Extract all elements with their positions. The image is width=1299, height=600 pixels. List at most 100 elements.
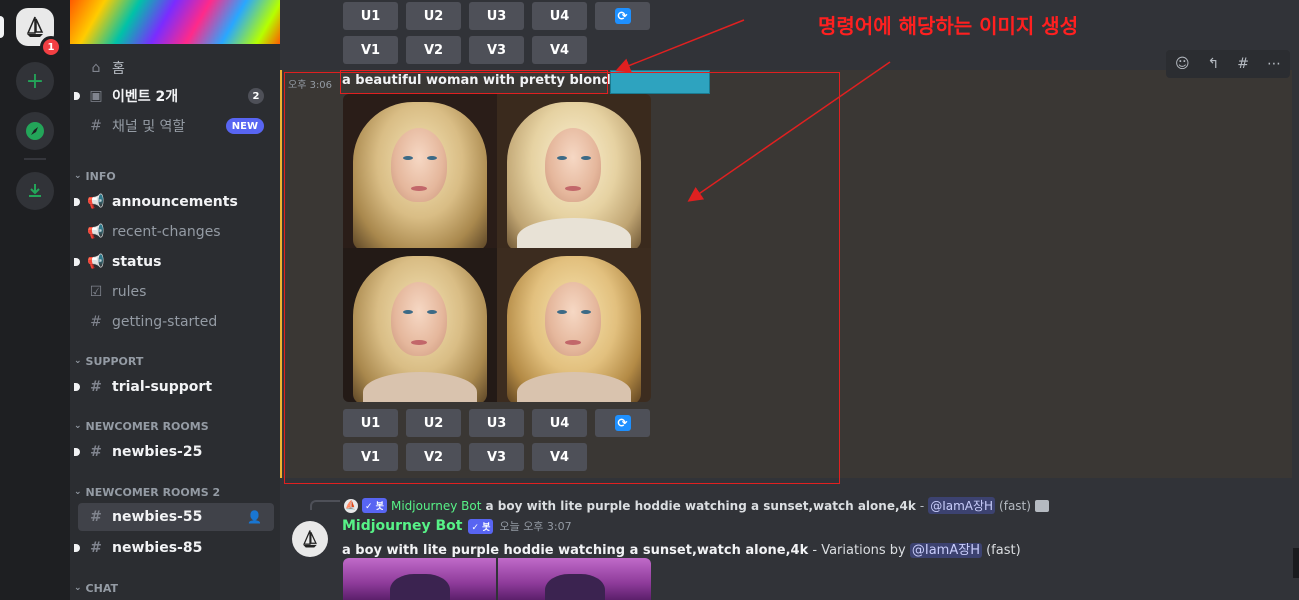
generated-image-grid-2[interactable] bbox=[343, 558, 651, 600]
add-server-icon[interactable]: + bbox=[16, 62, 54, 100]
chevron-down-icon: ⌄ bbox=[74, 487, 82, 497]
bot-avatar-small: ⛵ bbox=[344, 498, 358, 513]
sidebar-item-home[interactable]: ⌂ 홈 bbox=[78, 54, 274, 82]
category-label: INFO bbox=[85, 169, 116, 183]
sidebar-item-channels-roles[interactable]: # 채널 및 역할 NEW bbox=[78, 112, 274, 140]
category-label: NEWCOMER ROOMS bbox=[85, 419, 209, 433]
unread-dot bbox=[74, 448, 80, 456]
u3-button[interactable]: U3 bbox=[469, 2, 524, 30]
speed-label: (fast) bbox=[981, 543, 1021, 558]
chevron-down-icon: ⌄ bbox=[74, 171, 82, 181]
prompt-text: a boy with lite purple hoddie watching a… bbox=[342, 543, 809, 558]
sidebar-item-status[interactable]: 📢 status bbox=[74, 248, 274, 276]
reroll-button[interactable]: ⟳ bbox=[595, 2, 650, 30]
category-chat[interactable]: ⌄ CHAT bbox=[70, 578, 280, 598]
channels-roles-icon: # bbox=[90, 118, 102, 134]
sidebar-item-label: trial-support bbox=[112, 379, 213, 395]
sidebar-item-label: status bbox=[112, 254, 162, 270]
chevron-down-icon: ⌄ bbox=[74, 421, 82, 431]
reply-speed: (fast) bbox=[999, 498, 1031, 513]
sidebar-item-newbies-85[interactable]: # newbies-85 bbox=[74, 534, 274, 562]
reply-prompt: a boy with lite purple hoddie watching a… bbox=[485, 498, 916, 513]
sidebar-item-events[interactable]: ▣ 이벤트 2개 2 bbox=[74, 82, 274, 110]
sidebar-item-label: 홈 bbox=[112, 61, 125, 77]
notification-badge: 1 bbox=[40, 36, 62, 58]
upscale-buttons-top: U1 U2 U3 U4 ⟳ bbox=[343, 2, 650, 30]
sidebar-item-label: announcements bbox=[112, 194, 238, 210]
hashtag-icon: # bbox=[90, 314, 102, 330]
sidebar-item-trial-support[interactable]: # trial-support bbox=[74, 373, 274, 401]
rail-divider bbox=[24, 158, 46, 160]
v2-button[interactable]: V2 bbox=[406, 36, 461, 64]
sidebar-item-label: 채널 및 역할 bbox=[112, 119, 186, 135]
chevron-down-icon: ⌄ bbox=[74, 356, 82, 366]
server-banner bbox=[70, 0, 280, 44]
variation-label: - Variations by bbox=[808, 543, 910, 558]
sidebar-item-label: newbies-55 bbox=[112, 509, 203, 525]
thread-hashtag-icon: # bbox=[90, 509, 102, 525]
sidebar-item-rules[interactable]: ☑ rules bbox=[78, 278, 274, 306]
more-options-icon[interactable]: ⋯ bbox=[1267, 56, 1281, 72]
u4-button[interactable]: U4 bbox=[532, 2, 587, 30]
unread-dot bbox=[74, 198, 80, 206]
unread-dot bbox=[74, 92, 80, 100]
sidebar-item-announcements[interactable]: 📢 announcements bbox=[74, 188, 274, 216]
sidebar-item-recent-changes[interactable]: 📢 recent-changes bbox=[78, 218, 274, 246]
v4-button[interactable]: V4 bbox=[532, 36, 587, 64]
sidebar-item-getting-started[interactable]: # getting-started bbox=[78, 308, 274, 336]
annotation-image-box bbox=[284, 72, 840, 484]
v1-button[interactable]: V1 bbox=[343, 36, 398, 64]
u1-button[interactable]: U1 bbox=[343, 2, 398, 30]
message-hover-toolbar: ☺ ↰ # ⋯ bbox=[1166, 50, 1290, 78]
category-info[interactable]: ⌄ INFO bbox=[70, 166, 280, 186]
create-thread-icon[interactable]: # bbox=[1237, 56, 1249, 72]
invite-user-icon[interactable]: 👤 bbox=[247, 510, 262, 524]
sidebar-item-label: newbies-85 bbox=[112, 540, 203, 556]
hashtag-icon: # bbox=[90, 379, 102, 395]
announcement-icon: 📢 bbox=[87, 224, 105, 240]
sidebar-item-label: newbies-25 bbox=[112, 444, 203, 460]
reply-separator: - bbox=[919, 498, 925, 513]
generated-image-5[interactable] bbox=[343, 558, 496, 600]
sidebar-item-label: getting-started bbox=[112, 314, 218, 330]
sidebar-item-newbies-25[interactable]: # newbies-25 bbox=[74, 438, 274, 466]
explore-servers-icon[interactable] bbox=[16, 112, 54, 150]
author-name[interactable]: Midjourney Bot bbox=[342, 518, 462, 534]
calendar-icon: ▣ bbox=[89, 88, 103, 104]
variation-buttons-top: V1 V2 V3 V4 bbox=[343, 36, 587, 64]
thread-hashtag-icon: # bbox=[90, 444, 102, 460]
category-support[interactable]: ⌄ SUPPORT bbox=[70, 351, 280, 371]
category-newcomer-rooms-2[interactable]: ⌄ NEWCOMER ROOMS 2 bbox=[70, 482, 280, 502]
download-apps-icon[interactable] bbox=[16, 172, 54, 210]
category-label: NEWCOMER ROOMS 2 bbox=[85, 485, 221, 499]
bot-avatar[interactable] bbox=[292, 521, 328, 557]
sidebar-item-label: 이벤트 2개 bbox=[112, 89, 179, 105]
scrollbar-thumb[interactable] bbox=[1293, 548, 1299, 578]
announcement-icon: 📢 bbox=[87, 194, 105, 210]
unread-dot bbox=[74, 544, 80, 552]
message-header: Midjourney Bot ✓ 봇 오늘 오후 3:07 bbox=[342, 518, 572, 534]
generated-image-6[interactable] bbox=[498, 558, 651, 600]
annotation-label: 명령어에 해당하는 이미지 생성 bbox=[818, 14, 1079, 38]
reply-reference[interactable]: ⛵ ✓ 봇 Midjourney Bot a boy with lite pur… bbox=[344, 497, 1049, 514]
unread-dot bbox=[74, 258, 80, 266]
user-mention[interactable]: @IamA장H bbox=[909, 543, 982, 558]
u2-button[interactable]: U2 bbox=[406, 2, 461, 30]
sidebar-item-newbies-55[interactable]: # newbies-55 👤 bbox=[78, 503, 274, 531]
category-newcomer-rooms[interactable]: ⌄ NEWCOMER ROOMS bbox=[70, 416, 280, 436]
reply-icon[interactable]: ↰ bbox=[1208, 56, 1220, 72]
category-label: SUPPORT bbox=[85, 354, 144, 368]
discord-app: 1 + ⌂ 홈 ▣ 이벤트 2개 2 # 채널 및 역할 NEW ⌄ INFO … bbox=[0, 0, 1299, 600]
bot-tag: ✓ 봇 bbox=[362, 498, 387, 513]
reply-author: Midjourney Bot bbox=[390, 498, 482, 513]
active-server-pill bbox=[0, 16, 4, 38]
add-reaction-icon[interactable]: ☺ bbox=[1175, 56, 1190, 72]
chevron-down-icon: ⌄ bbox=[74, 583, 82, 593]
bot-tag: ✓ 봇 bbox=[468, 518, 494, 534]
sidebar-item-label: recent-changes bbox=[112, 224, 221, 240]
v3-button[interactable]: V3 bbox=[469, 36, 524, 64]
announcement-icon: 📢 bbox=[87, 254, 105, 270]
user-mention[interactable]: @IamA장H bbox=[928, 497, 996, 514]
home-icon: ⌂ bbox=[91, 60, 101, 76]
reply-connector bbox=[310, 500, 340, 510]
